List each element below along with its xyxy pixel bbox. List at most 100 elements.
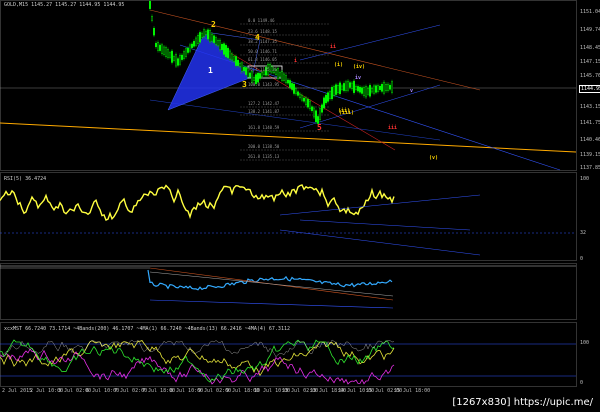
candle-body bbox=[367, 87, 370, 95]
candle-body bbox=[210, 33, 213, 42]
candle-body bbox=[365, 86, 368, 98]
candle-body bbox=[301, 95, 304, 101]
candle-body bbox=[259, 73, 262, 79]
candle-body bbox=[228, 50, 231, 60]
candle-body bbox=[188, 44, 191, 52]
candle-body bbox=[152, 27, 155, 36]
candle-body bbox=[385, 84, 388, 92]
candle-body bbox=[341, 85, 344, 90]
stoch-axis-100: 100 bbox=[580, 340, 590, 346]
candle-body bbox=[250, 71, 253, 83]
candle-body bbox=[383, 81, 386, 94]
candle-body bbox=[224, 45, 227, 57]
candle-body bbox=[363, 87, 366, 96]
fib-level-label: 38.2 1147.35 bbox=[248, 39, 277, 44]
candle-body bbox=[391, 81, 394, 93]
fib-level-label: 0.0 1149.46 bbox=[248, 18, 275, 23]
wave-label: 3 bbox=[242, 80, 247, 89]
trading-chart[interactable] bbox=[0, 0, 600, 412]
candle-body bbox=[315, 110, 318, 123]
candle-body bbox=[160, 44, 163, 54]
wave-label: ii bbox=[330, 44, 337, 50]
candle-body bbox=[381, 84, 384, 92]
rsi-axis-32: 32 bbox=[580, 230, 587, 236]
candle-body bbox=[279, 72, 282, 78]
candle-body bbox=[321, 104, 324, 113]
candle-body bbox=[226, 47, 229, 59]
macd-channel bbox=[149, 299, 394, 309]
stoch-line-3 bbox=[0, 339, 395, 358]
candle-body bbox=[281, 71, 284, 81]
rsi-trendline-3 bbox=[299, 219, 471, 231]
candle-body bbox=[333, 86, 336, 96]
candle-body bbox=[313, 107, 316, 118]
candle-body bbox=[198, 32, 201, 43]
candle-body bbox=[186, 47, 189, 53]
stoch-axis-0: 0 bbox=[580, 380, 584, 386]
candle-body bbox=[170, 50, 173, 63]
candle-body bbox=[162, 46, 165, 55]
candle-body bbox=[168, 52, 171, 58]
candle-body bbox=[375, 85, 378, 93]
wave-label: 5 bbox=[317, 123, 322, 132]
candle-body bbox=[248, 72, 251, 78]
candle-body bbox=[192, 40, 195, 47]
panel-frame-1 bbox=[0, 172, 577, 261]
price-axis-label: 1148.45 bbox=[580, 45, 600, 51]
wave-label: i bbox=[294, 58, 298, 64]
candle-body bbox=[252, 77, 255, 81]
fib-level-label: 61.8 1146.05 bbox=[248, 57, 277, 62]
fib-level-label: 100.0 1143.95 bbox=[248, 82, 280, 87]
candle-body bbox=[196, 35, 199, 44]
fib-level-label: 138.2 1141.87 bbox=[248, 109, 280, 114]
candle-body bbox=[234, 56, 237, 66]
fib-level-label: 161.8 1140.59 bbox=[248, 125, 280, 130]
candle-body bbox=[244, 67, 247, 75]
wave-label: (iv) bbox=[353, 64, 366, 70]
candle-body bbox=[156, 42, 159, 51]
candle-body bbox=[206, 29, 209, 40]
wave-label: (i) bbox=[334, 62, 344, 68]
candle-body bbox=[212, 35, 215, 43]
candle-body bbox=[257, 72, 260, 83]
candle-body bbox=[182, 51, 185, 59]
candle-body bbox=[204, 30, 207, 35]
candle-body bbox=[277, 68, 280, 79]
fib-level-label: 200.0 1138.50 bbox=[248, 144, 280, 149]
candle-body bbox=[389, 84, 392, 90]
candle-body bbox=[297, 91, 300, 96]
candle-body bbox=[174, 54, 177, 67]
candle-body bbox=[178, 54, 181, 65]
candle-body bbox=[214, 37, 217, 45]
candle-body bbox=[345, 81, 348, 91]
price-axis-label: 1143.15 bbox=[580, 104, 600, 110]
candle-body bbox=[351, 82, 354, 90]
candle-body bbox=[343, 83, 346, 91]
candle-body bbox=[240, 62, 243, 72]
panel-frame-0 bbox=[0, 0, 577, 171]
long-trendline-orange bbox=[0, 122, 577, 153]
candle-body bbox=[357, 86, 360, 92]
rsi-trendline-1 bbox=[279, 194, 481, 216]
candle-body bbox=[291, 83, 294, 90]
candle-body bbox=[369, 84, 372, 97]
candle-body bbox=[180, 54, 183, 60]
wave-label: v bbox=[410, 88, 414, 94]
candle-body bbox=[377, 85, 380, 92]
fib-level-label: 261.8 1135.13 bbox=[248, 154, 280, 159]
candle-body bbox=[190, 43, 193, 48]
main-chart-header: GOLD,M15 1145.27 1145.27 1144.95 1144.95 bbox=[4, 2, 125, 8]
wave-label: 2 bbox=[211, 20, 216, 29]
candle-body bbox=[349, 82, 352, 88]
wave-label: (v) bbox=[429, 155, 439, 161]
panel-frame-3 bbox=[0, 322, 577, 387]
candle-body bbox=[222, 43, 225, 55]
candle-body bbox=[232, 56, 235, 62]
time-axis-label: 2 Jul 2015 bbox=[2, 388, 33, 394]
candle-body bbox=[353, 80, 356, 93]
wave-label: iv bbox=[355, 75, 362, 81]
candle-body bbox=[230, 53, 233, 61]
candle-body bbox=[283, 73, 286, 81]
candle-body bbox=[309, 100, 312, 110]
candle-body bbox=[339, 82, 342, 95]
